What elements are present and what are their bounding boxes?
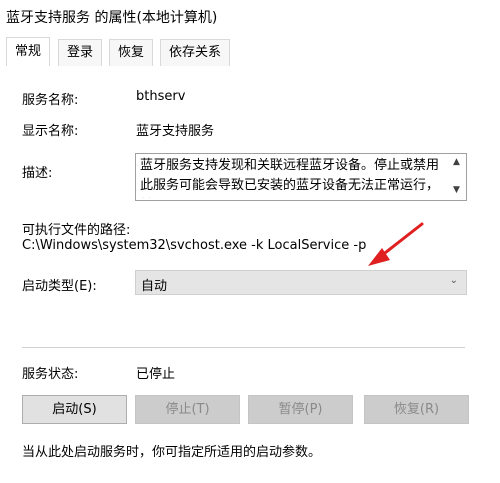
tab-strip: 常规 登录 恢复 依存关系 (0, 34, 500, 67)
tab-recovery[interactable]: 恢复 (109, 39, 154, 66)
description-label: 描述: (22, 166, 53, 181)
description-textbox[interactable]: 蓝牙服务支持发现和关联远程蓝牙设备。停止或禁用此服务可能会导致已安装的蓝牙设备无… (135, 153, 467, 201)
tab-dependencies[interactable]: 依存关系 (160, 39, 231, 66)
start-button[interactable]: 启动(S) (22, 395, 127, 424)
startup-type-label: 启动类型(E): (22, 279, 97, 294)
description-text: 蓝牙服务支持发现和关联远程蓝牙设备。停止或禁用此服务可能会导致已安装的蓝牙设备无… (140, 158, 440, 193)
startup-type-select[interactable]: 自动 ⌄ (135, 270, 467, 295)
tab-general[interactable]: 常规 (6, 37, 51, 67)
exe-path-value: C:\Windows\system32\svchost.exe -k Local… (22, 238, 367, 253)
service-name-value: bthserv (136, 89, 186, 104)
stop-button[interactable]: 停止(T) (135, 395, 240, 424)
scroll-up-icon[interactable]: ▲ (453, 157, 460, 167)
hint-text: 当从此处启动服务时，你可指定所适用的启动参数。 (22, 445, 322, 460)
description-scrollbar[interactable]: ▲ ▼ (450, 154, 466, 200)
service-status-label: 服务状态: (22, 367, 79, 382)
resume-button[interactable]: 恢复(R) (364, 395, 469, 424)
general-panel: 服务名称: bthserv 显示名称: 蓝牙支持服务 描述: 蓝牙服务支持发现和… (0, 66, 500, 483)
title-bar: 蓝牙支持服务 的属性(本地计算机) (0, 0, 500, 34)
service-name-label: 服务名称: (22, 93, 79, 108)
pause-button[interactable]: 暂停(P) (248, 395, 353, 424)
chevron-down-icon: ⌄ (449, 275, 458, 286)
separator (22, 347, 465, 348)
exe-path-label: 可执行文件的路径: (22, 223, 131, 238)
service-status-value: 已停止 (136, 367, 176, 382)
annotation-arrow-icon (368, 222, 424, 266)
startup-type-value: 自动 (141, 279, 168, 294)
tab-logon[interactable]: 登录 (58, 39, 103, 66)
display-name-label: 显示名称: (22, 124, 79, 139)
window-title: 蓝牙支持服务 的属性(本地计算机) (6, 10, 218, 26)
display-name-value: 蓝牙支持服务 (136, 124, 215, 139)
scroll-down-icon[interactable]: ▼ (453, 185, 460, 195)
